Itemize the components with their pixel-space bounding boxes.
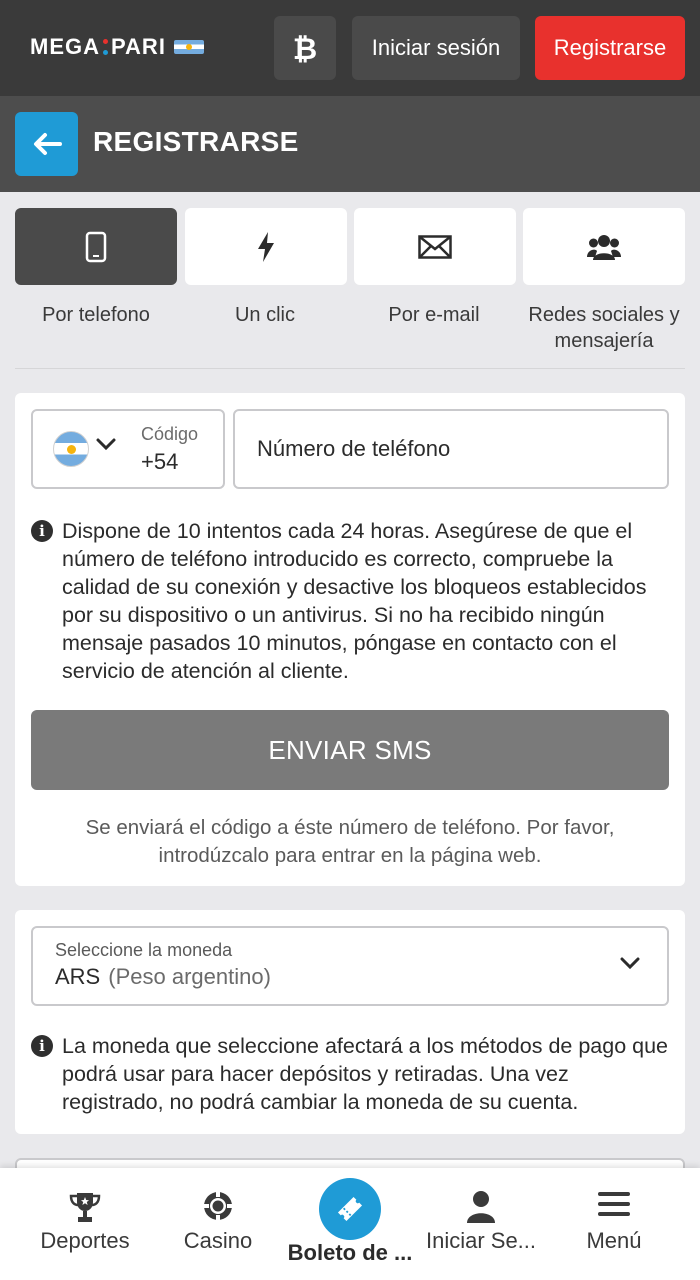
mobile-phone-icon <box>85 231 107 262</box>
page-header: REGISTRARSE <box>0 96 700 192</box>
logo-text-right: PARI <box>111 34 166 59</box>
bitcoin-button[interactable]: ₿ <box>274 16 336 80</box>
nav-sports[interactable]: Deportes <box>15 1168 155 1280</box>
envelope-icon <box>418 234 452 259</box>
currency-name: (Peso argentino) <box>108 964 271 989</box>
megapari-logo[interactable]: MEGA PARI <box>30 34 204 60</box>
tab-by-phone-label: Por telefono <box>42 304 150 326</box>
argentina-flag-icon <box>173 40 204 54</box>
trophy-icon <box>69 1193 101 1222</box>
nav-casino[interactable]: Casino <box>148 1168 288 1280</box>
bitcoin-icon: ₿ <box>293 32 317 65</box>
nav-menu-label: Menú <box>586 1228 642 1253</box>
tab-social-messaging-label: Redes sociales y mensajería <box>528 304 680 352</box>
currency-code: ARS <box>55 964 101 989</box>
ticket-icon <box>337 1196 363 1222</box>
back-button[interactable] <box>15 112 78 176</box>
tab-one-click-label: Un clic <box>234 304 295 326</box>
svg-text:₿: ₿ <box>293 32 317 65</box>
user-icon <box>467 1191 495 1223</box>
divider <box>15 368 685 369</box>
nav-menu[interactable]: Menú <box>544 1168 684 1280</box>
tab-by-phone[interactable] <box>15 208 177 285</box>
nav-login[interactable]: Iniciar Se... <box>411 1168 551 1280</box>
currency-label: Seleccione la moneda <box>55 940 233 960</box>
top-header: MEGA PARI ₿ Iniciar sesión Registrarse <box>0 0 700 96</box>
logo-text-left: MEGA <box>30 34 100 59</box>
sms-note: Se enviará el código a éste número de te… <box>85 816 615 867</box>
currency-select[interactable]: Seleccione la moneda ARS (Peso argentino) <box>31 926 669 1006</box>
nav-sports-label: Deportes <box>40 1228 130 1253</box>
chevron-down-icon <box>96 438 116 451</box>
hamburger-menu-icon <box>598 1192 630 1216</box>
currency-card: Seleccione la moneda ARS (Peso argentino)… <box>15 910 685 1134</box>
argentina-flag-icon <box>53 431 89 467</box>
chevron-down-icon <box>620 957 640 970</box>
login-button[interactable]: Iniciar sesión <box>352 16 520 80</box>
logo-dots <box>103 39 108 55</box>
currency-value: ARS (Peso argentino) <box>55 964 271 990</box>
phone-registration-card: Código +54 i Dispone de 10 intentos cada… <box>15 393 685 886</box>
country-code-label: Código <box>141 424 199 444</box>
send-sms-button[interactable]: ENVIAR SMS <box>31 710 669 790</box>
nav-casino-label: Casino <box>183 1228 253 1253</box>
tab-one-click[interactable] <box>185 208 347 285</box>
tab-by-email[interactable] <box>354 208 516 285</box>
nav-bet-slip[interactable]: Boleto de ... <box>280 1168 420 1280</box>
country-code-value: +54 <box>141 449 179 474</box>
country-code-select[interactable]: Código +54 <box>31 409 225 489</box>
nav-bet-slip-label: Boleto de ... <box>287 1240 413 1265</box>
currency-info: i La moneda que seleccione afectará a lo… <box>31 1032 671 1116</box>
currency-info-text: La moneda que seleccione afectará a los … <box>62 1034 669 1114</box>
attempts-info-text: Dispone de 10 intentos cada 24 horas. As… <box>62 519 647 683</box>
page-title: REGISTRARSE <box>93 126 299 157</box>
nav-login-label: Iniciar Se... <box>425 1228 537 1253</box>
tab-by-email-label: Por e-mail <box>388 304 480 326</box>
phone-number-input[interactable] <box>233 409 669 489</box>
info-icon: i <box>31 1035 53 1057</box>
attempts-info: i Dispone de 10 intentos cada 24 horas. … <box>31 517 671 685</box>
casino-chip-icon <box>204 1192 232 1220</box>
register-button[interactable]: Registrarse <box>535 16 685 80</box>
lightning-icon <box>258 231 274 262</box>
tab-social-messaging[interactable] <box>523 208 685 285</box>
info-icon: i <box>31 520 53 542</box>
bottom-navigation: Deportes Casino Boleto de ... Iniciar Se… <box>0 1168 700 1280</box>
bet-slip-button <box>319 1178 381 1240</box>
users-icon <box>587 234 621 260</box>
arrow-left-icon <box>33 133 62 155</box>
